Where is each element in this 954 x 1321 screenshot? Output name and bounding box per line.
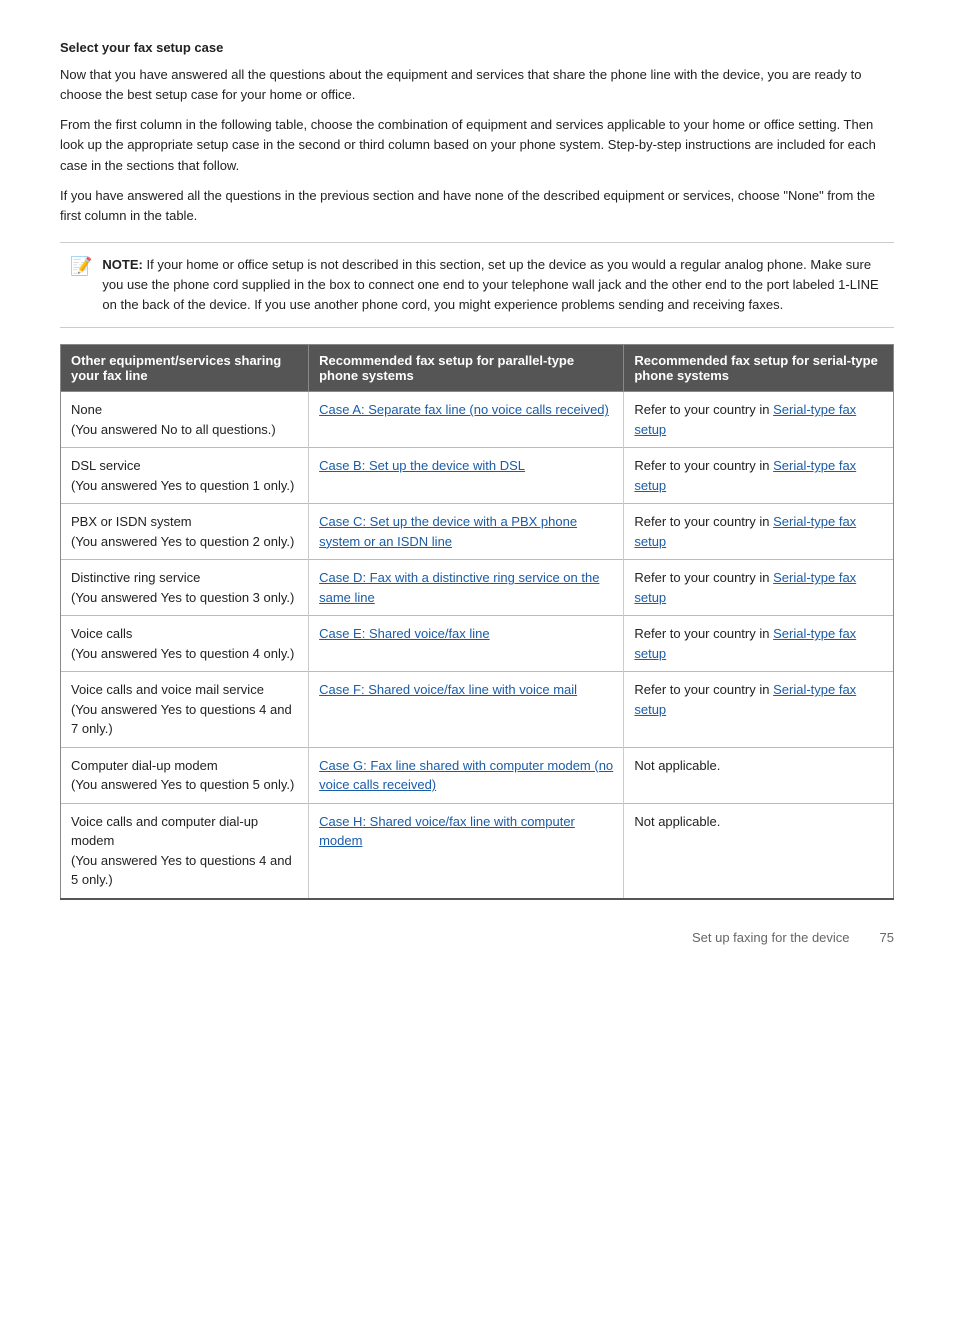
cell-parallel[interactable]: Case D: Fax with a distinctive ring serv… (309, 560, 624, 616)
cell-serial[interactable]: Refer to your country in Serial-type fax… (624, 616, 894, 672)
cell-equipment: Distinctive ring service(You answered Ye… (61, 560, 309, 616)
note-icon: 📝 (70, 256, 92, 277)
page-footer: Set up faxing for the device 75 (60, 930, 894, 945)
cell-equipment: None(You answered No to all questions.) (61, 392, 309, 448)
table-row: Voice calls and computer dial-up modem(Y… (61, 803, 894, 899)
cell-equipment: Voice calls and voice mail service(You a… (61, 672, 309, 748)
parallel-link[interactable]: Case G: Fax line shared with computer mo… (319, 758, 613, 793)
section-title: Select your fax setup case (60, 40, 894, 55)
cell-equipment: Voice calls(You answered Yes to question… (61, 616, 309, 672)
serial-link[interactable]: Serial-type fax setup (634, 626, 856, 661)
cell-equipment: Voice calls and computer dial-up modem(Y… (61, 803, 309, 899)
paragraph-2: From the first column in the following t… (60, 115, 894, 175)
table-header-equipment: Other equipment/services sharing your fa… (61, 345, 309, 392)
fax-setup-table: Other equipment/services sharing your fa… (60, 344, 894, 900)
table-row: Voice calls(You answered Yes to question… (61, 616, 894, 672)
cell-parallel[interactable]: Case G: Fax line shared with computer mo… (309, 747, 624, 803)
table-row: None(You answered No to all questions.) C… (61, 392, 894, 448)
parallel-link[interactable]: Case A: Separate fax line (no voice call… (319, 402, 609, 417)
cell-parallel[interactable]: Case A: Separate fax line (no voice call… (309, 392, 624, 448)
cell-parallel[interactable]: Case F: Shared voice/fax line with voice… (309, 672, 624, 748)
cell-serial: Not applicable. (624, 747, 894, 803)
table-row: Distinctive ring service(You answered Ye… (61, 560, 894, 616)
paragraph-1: Now that you have answered all the quest… (60, 65, 894, 105)
table-header-parallel: Recommended fax setup for parallel-type … (309, 345, 624, 392)
footer-section-label: Set up faxing for the device (692, 930, 850, 945)
note-body: If your home or office setup is not desc… (102, 257, 878, 312)
parallel-link[interactable]: Case D: Fax with a distinctive ring serv… (319, 570, 599, 605)
paragraph-3: If you have answered all the questions i… (60, 186, 894, 226)
parallel-link[interactable]: Case E: Shared voice/fax line (319, 626, 490, 641)
cell-serial[interactable]: Refer to your country in Serial-type fax… (624, 672, 894, 748)
page-number: 75 (880, 930, 894, 945)
cell-equipment: DSL service(You answered Yes to question… (61, 448, 309, 504)
cell-serial[interactable]: Refer to your country in Serial-type fax… (624, 560, 894, 616)
serial-link[interactable]: Serial-type fax setup (634, 458, 856, 493)
table-row: PBX or ISDN system(You answered Yes to q… (61, 504, 894, 560)
table-row: Voice calls and voice mail service(You a… (61, 672, 894, 748)
cell-equipment: Computer dial-up modem(You answered Yes … (61, 747, 309, 803)
cell-parallel[interactable]: Case E: Shared voice/fax line (309, 616, 624, 672)
note-box: 📝 NOTE: If your home or office setup is … (60, 242, 894, 328)
cell-parallel[interactable]: Case C: Set up the device with a PBX pho… (309, 504, 624, 560)
note-content: NOTE: If your home or office setup is no… (102, 255, 884, 315)
cell-serial[interactable]: Refer to your country in Serial-type fax… (624, 392, 894, 448)
cell-equipment: PBX or ISDN system(You answered Yes to q… (61, 504, 309, 560)
parallel-link[interactable]: Case H: Shared voice/fax line with compu… (319, 814, 575, 849)
cell-serial: Not applicable. (624, 803, 894, 899)
serial-link[interactable]: Serial-type fax setup (634, 570, 856, 605)
serial-link[interactable]: Serial-type fax setup (634, 514, 856, 549)
cell-parallel[interactable]: Case H: Shared voice/fax line with compu… (309, 803, 624, 899)
cell-serial[interactable]: Refer to your country in Serial-type fax… (624, 448, 894, 504)
serial-link[interactable]: Serial-type fax setup (634, 682, 856, 717)
cell-parallel[interactable]: Case B: Set up the device with DSL (309, 448, 624, 504)
table-row: Computer dial-up modem(You answered Yes … (61, 747, 894, 803)
parallel-link[interactable]: Case B: Set up the device with DSL (319, 458, 525, 473)
serial-link[interactable]: Serial-type fax setup (634, 402, 856, 437)
cell-serial[interactable]: Refer to your country in Serial-type fax… (624, 504, 894, 560)
parallel-link[interactable]: Case C: Set up the device with a PBX pho… (319, 514, 577, 549)
note-label: NOTE: (102, 257, 142, 272)
parallel-link[interactable]: Case F: Shared voice/fax line with voice… (319, 682, 577, 697)
table-row: DSL service(You answered Yes to question… (61, 448, 894, 504)
table-header-serial: Recommended fax setup for serial-type ph… (624, 345, 894, 392)
